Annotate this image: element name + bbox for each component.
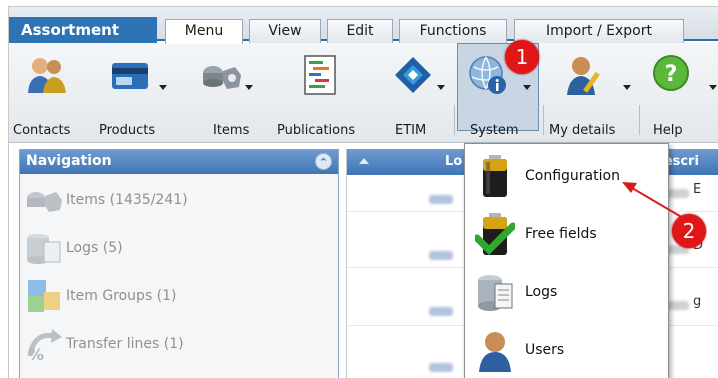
- publications-icon: [304, 55, 336, 95]
- tab-functions[interactable]: Functions: [399, 19, 507, 43]
- items-icon: [27, 192, 62, 212]
- items-label: Items: [213, 123, 250, 138]
- items-dropdown-caret[interactable]: [245, 85, 253, 90]
- contacts-button[interactable]: Contacts: [13, 49, 75, 141]
- tab-view[interactable]: View: [249, 19, 321, 43]
- app-title: Assortment: [9, 17, 157, 43]
- svg-text:%: %: [28, 345, 44, 362]
- products-icon: [112, 63, 148, 89]
- callout-badge-2: 2: [672, 214, 706, 248]
- products-label: Products: [99, 123, 156, 138]
- nav-item-transfer-lines[interactable]: % Transfer lines (1): [20, 318, 338, 366]
- system-label: System: [470, 123, 519, 138]
- menu-item-label: Free fields: [525, 226, 597, 242]
- blurred-cell: [429, 363, 453, 372]
- nav-item-logs[interactable]: Logs (5): [20, 222, 338, 270]
- navigation-panel: Navigation ⌃ Items (1435/241) Logs (5) I…: [19, 149, 339, 378]
- grid-cell-text: E: [693, 182, 702, 197]
- logs-icon: [27, 234, 61, 264]
- toolbar-separator: [639, 105, 640, 135]
- menu-item-label: Logs: [525, 284, 558, 300]
- battery-icon: [483, 155, 507, 197]
- etim-dropdown-caret[interactable]: [437, 85, 445, 90]
- ribbon-toolbar: Contacts Products Items Publications ETI…: [9, 43, 718, 143]
- menu-item-users[interactable]: Users: [465, 322, 668, 378]
- blurred-cell: [429, 251, 453, 260]
- user-icon: [479, 332, 511, 372]
- etim-button[interactable]: ETIM: [381, 49, 447, 141]
- svg-text:?: ?: [665, 62, 678, 87]
- toolbar-separator: [543, 105, 544, 135]
- help-label: Help: [653, 123, 683, 138]
- nav-item-label: Items (1435/241): [66, 192, 188, 208]
- nav-item-items[interactable]: Items (1435/241): [20, 174, 338, 222]
- nav-item-item-groups[interactable]: Item Groups (1): [20, 270, 338, 318]
- my-details-button[interactable]: My details: [549, 49, 635, 141]
- nav-item-label: Item Groups (1): [66, 288, 177, 304]
- tab-import-export[interactable]: Import / Export: [514, 19, 684, 43]
- items-button[interactable]: Items: [193, 49, 261, 141]
- help-button[interactable]: ? Help: [645, 49, 718, 141]
- nav-item-label: Logs (5): [66, 240, 123, 256]
- menu-item-label: Users: [525, 342, 565, 358]
- ribbon-tab-bar: Assortment Menu View Edit Functions Impo…: [9, 7, 718, 44]
- app-window: Assortment Menu View Edit Functions Impo…: [8, 6, 718, 378]
- help-icon: ?: [653, 55, 689, 91]
- grid-cell-text: g: [693, 294, 702, 309]
- tab-menu[interactable]: Menu: [165, 19, 243, 44]
- callout-badge-1: 1: [505, 40, 539, 74]
- products-dropdown-caret[interactable]: [159, 85, 167, 90]
- system-dropdown-caret[interactable]: [523, 85, 531, 90]
- transfer-lines-icon: %: [27, 329, 62, 362]
- menu-item-logs[interactable]: Logs: [465, 264, 668, 322]
- contacts-label: Contacts: [13, 123, 71, 138]
- menu-item-free-fields[interactable]: Free fields: [465, 206, 668, 264]
- products-button[interactable]: Products: [97, 49, 169, 141]
- navigation-header: Navigation ⌃: [20, 150, 338, 174]
- tab-edit[interactable]: Edit: [327, 19, 393, 43]
- blurred-cell: [429, 307, 453, 316]
- blurred-cell: [429, 195, 453, 204]
- publications-label: Publications: [277, 123, 356, 138]
- my-details-label: My details: [549, 123, 616, 138]
- item-groups-icon: [28, 280, 60, 312]
- etim-icon: [395, 57, 431, 93]
- battery-check-icon: [475, 213, 515, 255]
- system-dropdown-menu: Configuration Free fields Logs Users: [464, 143, 669, 378]
- my-details-icon: [567, 57, 600, 95]
- logs-icon: [478, 275, 513, 311]
- contacts-icon: [28, 58, 66, 93]
- navigation-title: Navigation: [26, 153, 112, 169]
- menu-item-configuration[interactable]: Configuration: [465, 148, 668, 206]
- column-header-location[interactable]: Lo: [445, 154, 462, 169]
- collapse-up-icon[interactable]: ⌃: [315, 153, 332, 170]
- system-icon: [469, 56, 506, 94]
- items-icon: [203, 66, 241, 89]
- toolbar-separator: [454, 105, 455, 135]
- etim-label: ETIM: [395, 123, 427, 138]
- my-details-dropdown-caret[interactable]: [623, 85, 631, 90]
- publications-button[interactable]: Publications: [277, 49, 365, 141]
- sort-ascending-icon[interactable]: [359, 158, 369, 164]
- nav-item-label: Transfer lines (1): [66, 336, 184, 352]
- help-dropdown-caret[interactable]: [709, 85, 717, 90]
- menu-item-label: Configuration: [525, 168, 620, 184]
